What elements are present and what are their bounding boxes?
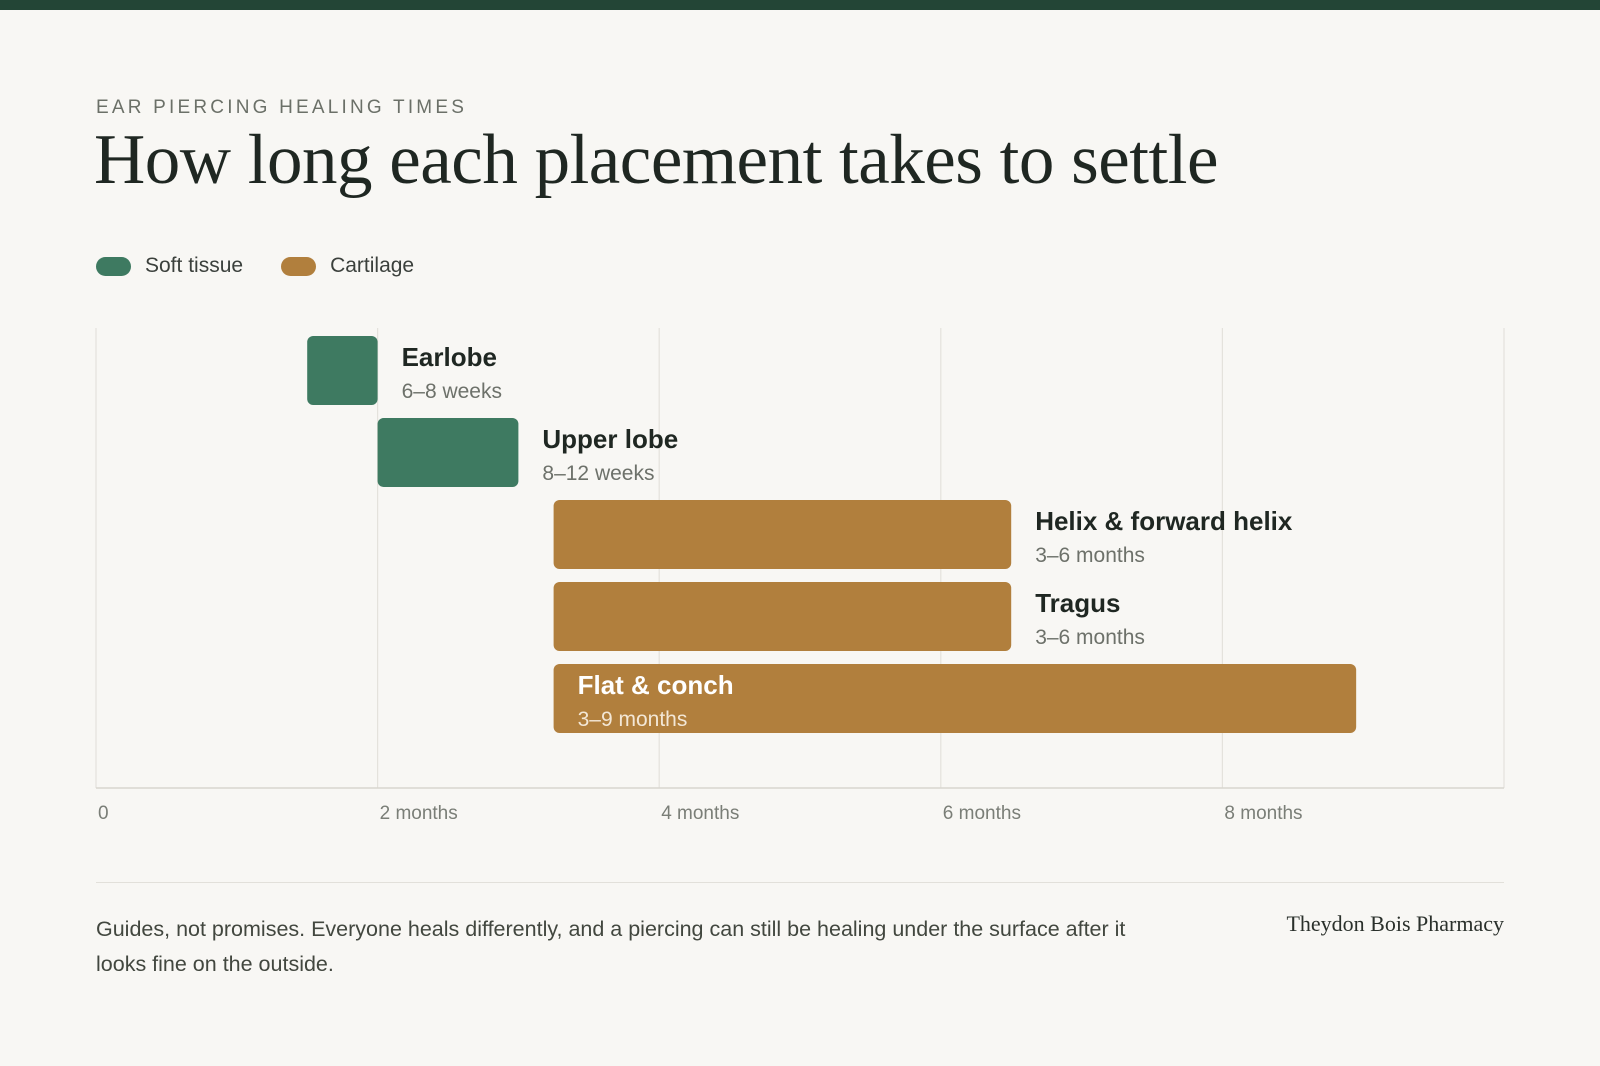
healing-times-chart: 0 2 months 4 months 6 months 8 months Earlobe… — [95, 328, 1505, 824]
bar-range-label: 3–6 months — [1035, 544, 1145, 567]
bar — [553, 500, 1012, 569]
x-tick-label: 2 months — [380, 803, 458, 824]
bar — [377, 418, 519, 487]
bar — [553, 582, 1012, 651]
bar-name-label: Tragus — [1035, 588, 1120, 618]
x-tick-label: 4 months — [661, 803, 739, 824]
brand-signature: Theydon Bois Pharmacy — [1286, 911, 1504, 936]
x-tick-label: 6 months — [943, 803, 1021, 824]
bar-range-label: 8–12 weeks — [542, 462, 654, 485]
footer-divider — [96, 882, 1504, 883]
footer-note: Guides, not promises. Everyone heals dif… — [96, 917, 1126, 976]
bar-name-label: Flat & conch — [578, 670, 734, 700]
bar-name-label: Earlobe — [402, 342, 497, 372]
bar-name-label: Upper lobe — [542, 424, 678, 454]
bar — [307, 336, 378, 405]
bar-name-label: Helix & forward helix — [1035, 506, 1293, 536]
bar-range-label: 3–9 months — [578, 708, 688, 731]
x-tick-label: 0 — [98, 803, 109, 824]
bar-range-label: 3–6 months — [1035, 626, 1145, 649]
x-tick-label: 8 months — [1224, 803, 1302, 824]
bar-range-label: 6–8 weeks — [402, 380, 502, 403]
